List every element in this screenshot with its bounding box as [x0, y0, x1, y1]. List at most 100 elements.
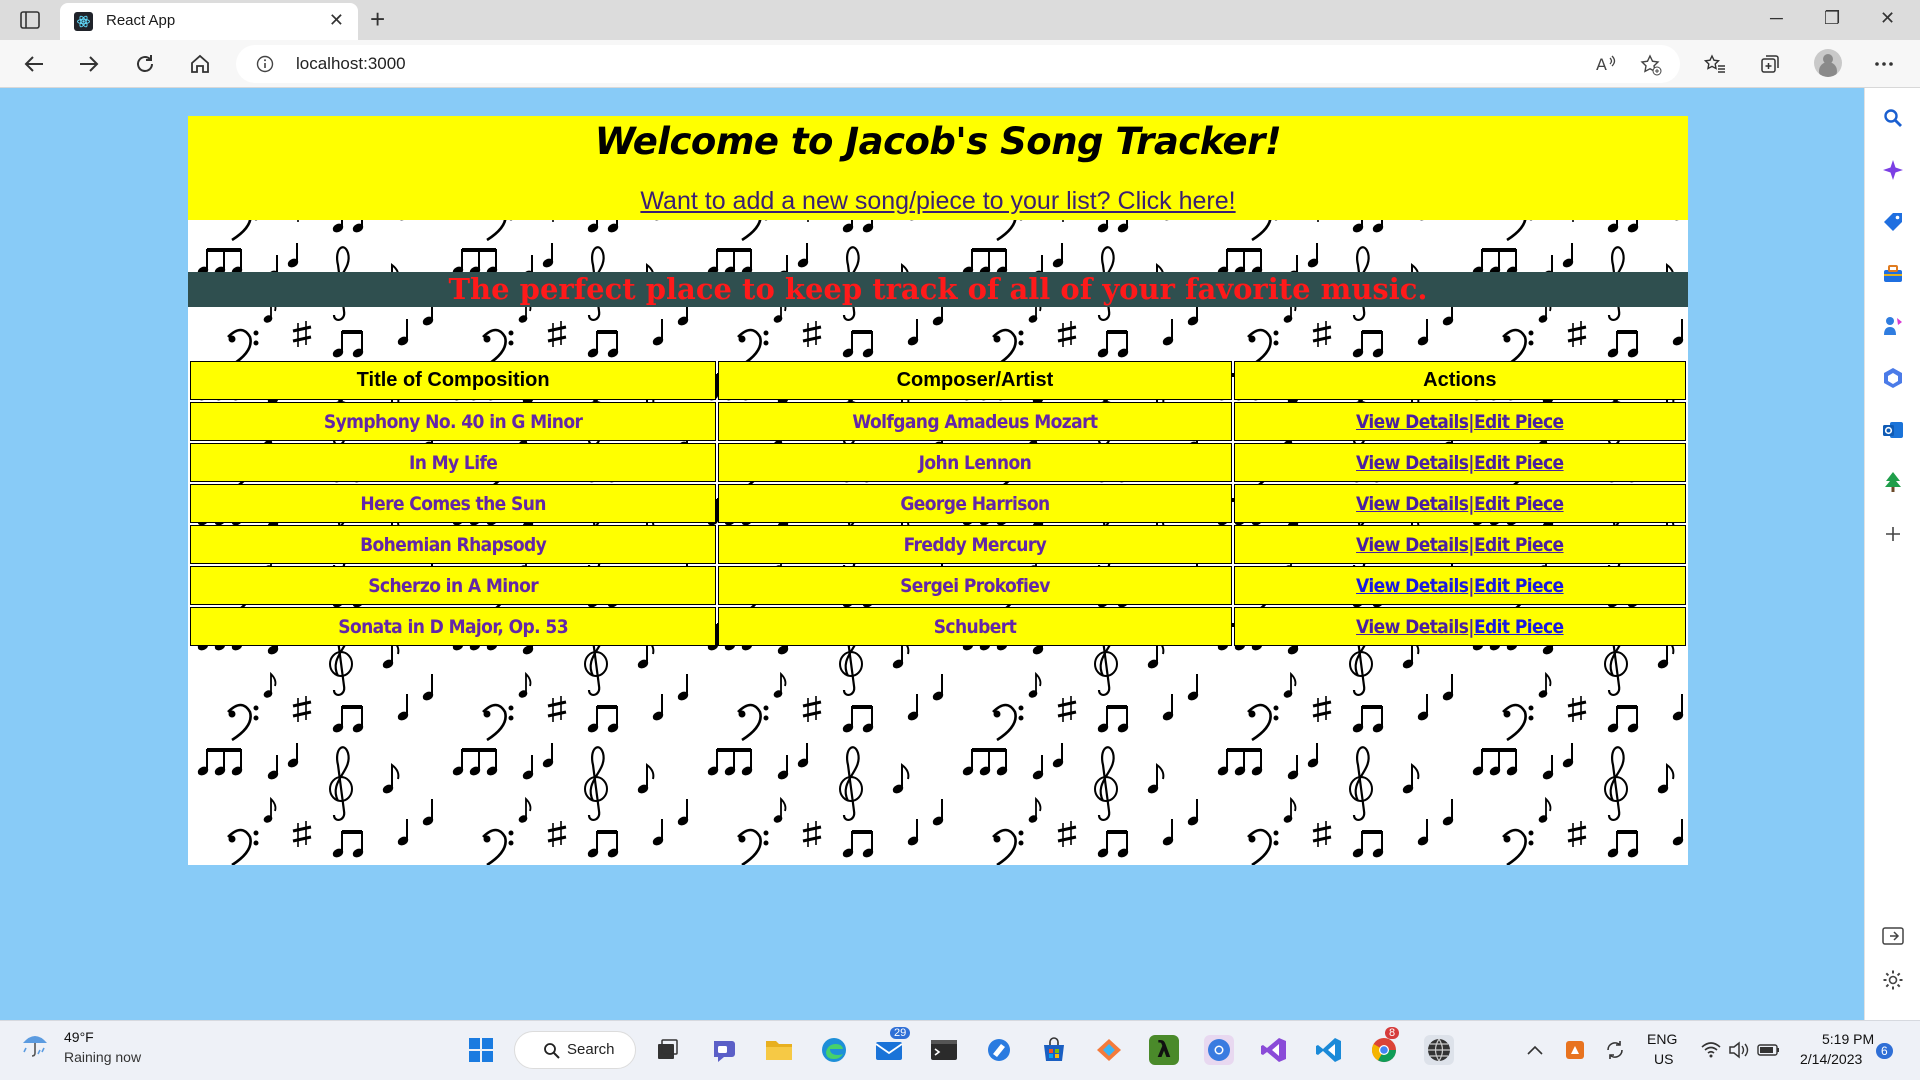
tab-actions-icon[interactable] [18, 9, 42, 31]
refresh-icon[interactable] [131, 50, 159, 78]
column-header-actions: Actions [1233, 361, 1686, 400]
back-icon[interactable] [20, 50, 48, 78]
mail-badge: 29 [890, 1027, 911, 1039]
vscode-icon[interactable] [1314, 1035, 1344, 1065]
region-indicator[interactable]: US [1654, 1051, 1673, 1067]
chrome-profile-icon[interactable]: 8 [1369, 1027, 1400, 1065]
tagline-bar: The perfect place to keep track of all o… [188, 272, 1688, 307]
show-hidden-icons[interactable] [1520, 1035, 1550, 1065]
terminal-icon[interactable] [929, 1035, 959, 1065]
view-details-link[interactable]: View Details [1356, 616, 1469, 638]
battery-icon[interactable] [1754, 1035, 1784, 1065]
lambda-app-icon[interactable]: λ [1149, 1035, 1179, 1065]
language-indicator[interactable]: ENG [1647, 1031, 1677, 1047]
edit-piece-link[interactable]: Edit Piece [1474, 493, 1564, 515]
edit-piece-link[interactable]: Edit Piece [1474, 616, 1564, 638]
table-header-row: Title of Composition Composer/Artist Act… [190, 361, 1686, 400]
song-actions: View Details|Edit Piece [1233, 402, 1686, 441]
outlook-icon[interactable] [1881, 418, 1905, 442]
address-bar[interactable]: localhost:3000 A [236, 45, 1680, 83]
edit-piece-link[interactable]: Edit Piece [1474, 411, 1564, 433]
add-sidebar-app-icon[interactable] [1881, 522, 1905, 546]
clock-date[interactable]: 2/14/2023 [1800, 1051, 1862, 1067]
page-viewport: Welcome to Jacob's Song Tracker! Want to… [0, 88, 1864, 1020]
visual-studio-icon[interactable] [1259, 1035, 1289, 1065]
globe-app-icon[interactable] [1424, 1035, 1454, 1065]
tagline: The perfect place to keep track of all o… [448, 272, 1428, 306]
active-tab[interactable]: React App ✕ [60, 3, 358, 40]
microsoft-store-icon[interactable] [1039, 1035, 1069, 1065]
column-header-title: Title of Composition [190, 361, 717, 400]
add-song-link[interactable]: Want to add a new song/piece to your lis… [640, 187, 1235, 216]
song-title: Bohemian Rhapsody [190, 525, 717, 564]
site-info-icon[interactable] [256, 55, 274, 78]
edit-piece-link[interactable]: Edit Piece [1474, 452, 1564, 474]
taskbar-search-label: Search [567, 1041, 615, 1058]
read-aloud-icon[interactable]: A [1596, 54, 1618, 79]
chrome-icon[interactable] [1204, 1035, 1234, 1065]
sidebar-settings-icon[interactable] [1881, 968, 1905, 992]
shopping-tag-icon[interactable] [1881, 210, 1905, 234]
restore-icon[interactable]: ❐ [1824, 8, 1840, 29]
song-actions: View Details|Edit Piece [1233, 607, 1686, 646]
weather-widget[interactable]: 49°F Raining now [20, 1029, 141, 1065]
mail-icon[interactable]: 29 [874, 1027, 911, 1065]
task-view-icon[interactable] [652, 1035, 682, 1065]
song-actions: View Details|Edit Piece [1233, 443, 1686, 482]
postman-icon[interactable] [1094, 1035, 1124, 1065]
new-tab-icon[interactable]: + [370, 6, 385, 32]
view-details-link[interactable]: View Details [1356, 575, 1469, 597]
home-icon[interactable] [186, 50, 214, 78]
azure-data-studio-icon[interactable] [984, 1035, 1014, 1065]
page-title: Welcome to Jacob's Song Tracker! [594, 120, 1282, 163]
svg-text:A: A [1596, 55, 1607, 74]
wifi-icon[interactable] [1696, 1035, 1726, 1065]
view-details-link[interactable]: View Details [1356, 493, 1469, 515]
volume-icon[interactable] [1724, 1035, 1754, 1065]
favorites-icon[interactable] [1701, 50, 1729, 78]
table-row: Symphony No. 40 in G Minor Wolfgang Amad… [190, 402, 1686, 441]
start-icon[interactable] [466, 1035, 496, 1065]
search-icon [544, 1043, 560, 1059]
profile-avatar[interactable] [1814, 49, 1842, 77]
taskbar-search[interactable]: Search [514, 1031, 636, 1069]
chrome-badge: 8 [1385, 1027, 1400, 1039]
view-details-link[interactable]: View Details [1356, 534, 1469, 556]
file-explorer-icon[interactable] [764, 1035, 794, 1065]
url-text: localhost:3000 [296, 54, 406, 73]
tree-icon[interactable] [1881, 470, 1905, 494]
minimize-icon[interactable]: ─ [1770, 8, 1783, 29]
song-composer: John Lennon [718, 443, 1232, 482]
table-row: In My Life John Lennon View Details|Edit… [190, 443, 1686, 482]
more-options-icon[interactable] [1870, 50, 1898, 78]
weather-temperature: 49°F [64, 1029, 94, 1045]
close-tab-icon[interactable]: ✕ [329, 10, 344, 31]
notification-count[interactable]: 6 [1876, 1043, 1893, 1059]
song-actions: View Details|Edit Piece [1233, 484, 1686, 523]
tray-app-icon[interactable] [1560, 1035, 1590, 1065]
games-icon[interactable] [1881, 314, 1905, 338]
edit-piece-link[interactable]: Edit Piece [1474, 575, 1564, 597]
table-row: Sonata in D Major, Op. 53 Schubert View … [190, 607, 1686, 646]
view-details-link[interactable]: View Details [1356, 411, 1469, 433]
tab-title: React App [106, 12, 176, 29]
copilot-icon[interactable] [1881, 158, 1905, 182]
close-window-icon[interactable]: ✕ [1880, 8, 1895, 29]
sync-icon[interactable] [1600, 1035, 1630, 1065]
teams-chat-icon[interactable] [710, 1035, 740, 1065]
add-favorite-icon[interactable] [1640, 54, 1662, 81]
view-details-link[interactable]: View Details [1356, 452, 1469, 474]
edit-piece-link[interactable]: Edit Piece [1474, 534, 1564, 556]
tools-icon[interactable] [1881, 262, 1905, 286]
forward-icon[interactable] [75, 50, 103, 78]
clock-time[interactable]: 5:19 PM [1822, 1031, 1874, 1047]
microsoft-365-icon[interactable] [1881, 366, 1905, 390]
song-composer: Schubert [718, 607, 1232, 646]
hide-sidebar-icon[interactable] [1881, 924, 1905, 948]
search-icon[interactable] [1881, 106, 1905, 130]
song-composer: Freddy Mercury [718, 525, 1232, 564]
song-title: Sonata in D Major, Op. 53 [190, 607, 717, 646]
edge-icon[interactable] [819, 1035, 849, 1065]
tab-strip: React App ✕ + ─ ❐ ✕ [0, 0, 1920, 40]
collections-icon[interactable] [1756, 50, 1784, 78]
